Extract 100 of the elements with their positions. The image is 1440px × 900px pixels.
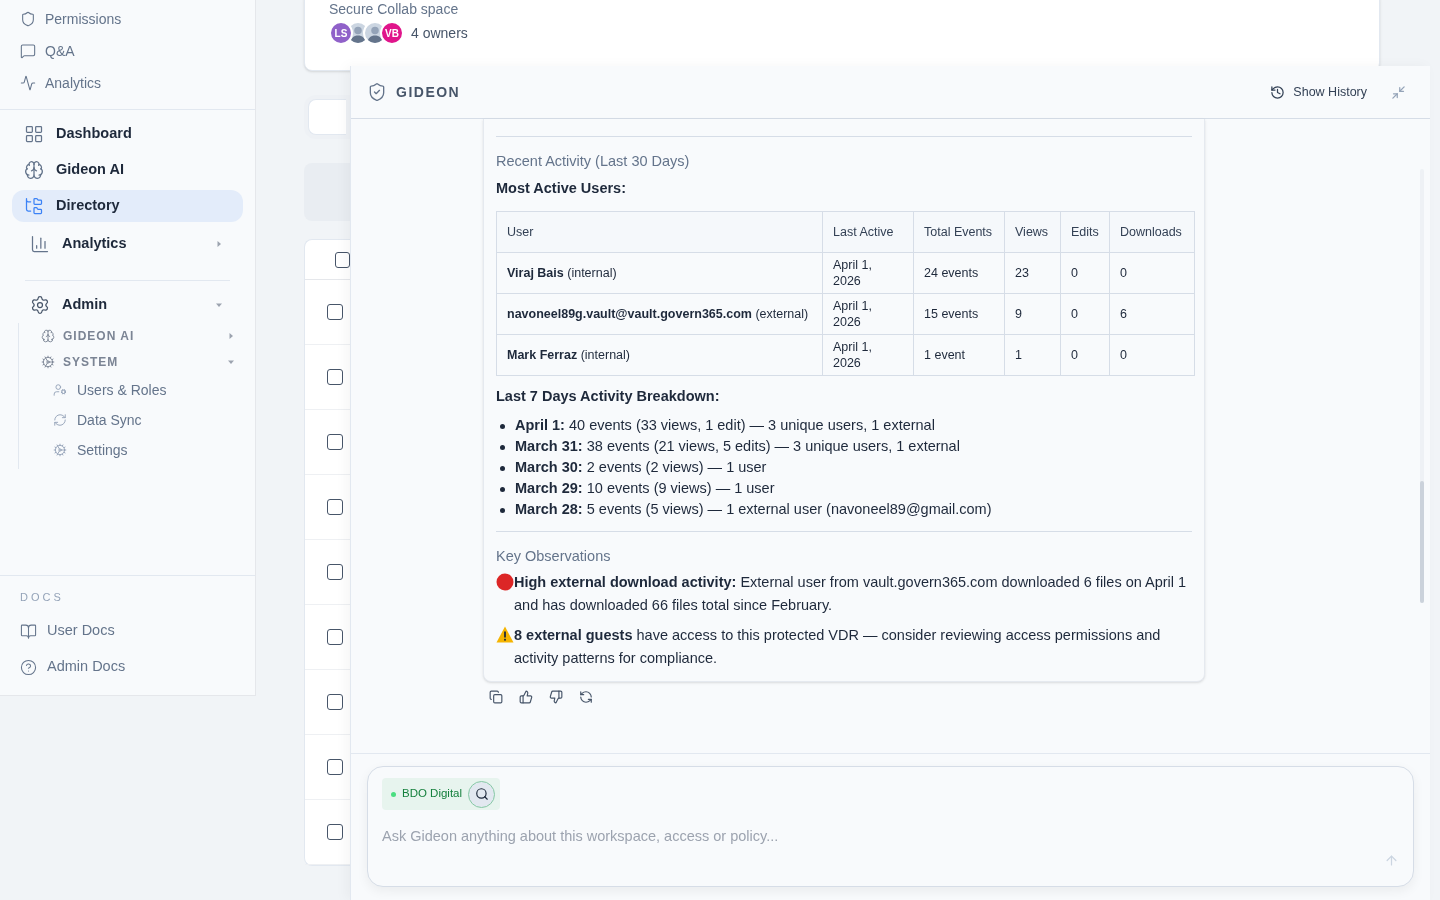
panel-title: GIDEON (396, 82, 461, 102)
brain-icon (24, 160, 44, 180)
breakdown-item: April 1: 40 events (33 views, 1 edit) — 3 unique users, 1 external (515, 416, 935, 436)
nav-item[interactable]: Dashboard (12, 118, 243, 150)
user-gear-icon (53, 383, 67, 397)
caret-right-icon (227, 332, 235, 340)
checkbox[interactable] (327, 694, 343, 710)
owners-count: 4 owners (411, 23, 468, 43)
caret-down-icon (215, 301, 223, 309)
history-button[interactable]: Show History (1268, 82, 1369, 102)
table-cell: April 1, 2026 (822, 293, 914, 334)
shield-logo-icon (367, 82, 387, 102)
sidebar-item[interactable]: Q&A (0, 35, 255, 67)
bullet-icon (500, 487, 505, 493)
docs-link[interactable]: Admin Docs (20, 649, 235, 685)
checkbox[interactable] (327, 564, 343, 580)
table-cell: 15 events (913, 293, 1005, 334)
breakdown-item: March 28: 5 events (5 views) — 1 external user (navoneel89@gmail.com) (515, 500, 992, 520)
nav-subitem[interactable]: Users & Roles (41, 375, 235, 405)
book-icon (20, 622, 37, 640)
status-dot-icon (391, 791, 396, 797)
dislike-button[interactable] (549, 690, 563, 704)
nav-subitem[interactable]: Settings (41, 435, 235, 465)
search-button[interactable] (468, 780, 496, 808)
nav-item[interactable]: Directory (12, 190, 243, 222)
column-header: Views (1004, 211, 1061, 252)
copy-button[interactable] (489, 690, 503, 704)
bullet-icon (500, 424, 505, 430)
nav-item[interactable]: Gideon AI (12, 154, 243, 186)
breakdown-item: March 29: 10 events (9 views) — 1 user (515, 479, 775, 499)
table-cell: 0 (1060, 252, 1110, 293)
regenerate-button[interactable] (579, 690, 593, 704)
avatar: LS (329, 21, 353, 45)
breakdown-title: Last 7 Days Activity Breakdown: (496, 386, 721, 406)
nav-subitem[interactable]: Data Sync (41, 405, 235, 435)
checkbox[interactable] (335, 251, 350, 268)
thumbs-up-icon (519, 690, 533, 704)
nav-group[interactable]: SYSTEM (41, 349, 235, 375)
search-icon (474, 787, 489, 801)
scrollbar-thumb[interactable] (1420, 481, 1424, 603)
cog-icon (41, 355, 55, 369)
alert-dot-icon (496, 573, 514, 591)
table-cell: Viraj Bais (internal) (496, 252, 823, 293)
checkbox[interactable] (327, 499, 343, 515)
breakdown-item: March 31: 38 events (21 views, 5 edits) — 3 unique users, 1 external (515, 437, 960, 457)
table-cell: 0 (1109, 252, 1195, 293)
folder-tree-icon (24, 196, 44, 216)
table-cell: 6 (1109, 293, 1195, 334)
bullet-icon (500, 508, 505, 514)
message-field[interactable]: Ask Gideon anything about this workspace, access or policy... (382, 826, 1384, 848)
section-heading: DOCS (20, 589, 65, 605)
sidebar-item[interactable]: Analytics (0, 67, 255, 99)
brain-icon (41, 329, 55, 343)
grid-icon (24, 124, 44, 144)
scrollbar[interactable] (1420, 169, 1424, 603)
docs-link[interactable]: User Docs (20, 613, 235, 649)
context-chip[interactable]: BDO Digital (382, 778, 501, 810)
warning-icon (496, 626, 514, 643)
like-button[interactable] (519, 690, 533, 704)
avatar: VB (380, 21, 404, 45)
checkbox[interactable] (327, 759, 343, 775)
table-cell: navoneel89g.vault@vault.govern365.com (external) (496, 293, 823, 334)
breakdown-item: March 30: 2 events (2 views) — 1 user (515, 458, 767, 478)
table-cell: 9 (1004, 293, 1061, 334)
table-cell: April 1, 2026 (822, 334, 914, 375)
checkbox[interactable] (327, 629, 343, 645)
caret-down-icon (227, 358, 235, 366)
table-cell: Mark Ferraz (internal) (496, 334, 823, 375)
table-cell: 23 (1004, 252, 1061, 293)
bullet-icon (500, 445, 505, 451)
table-cell: 1 event (913, 334, 1005, 375)
activity-icon (20, 75, 36, 91)
copy-icon (489, 690, 503, 704)
chat-bubble-icon (20, 43, 36, 59)
nav-item[interactable]: Analytics (12, 224, 243, 264)
column-header: Downloads (1109, 211, 1195, 252)
nav-item[interactable]: Admin (12, 287, 243, 323)
table-cell: 0 (1060, 334, 1110, 375)
space-subtitle: Secure Collab space (329, 1, 460, 17)
table-title: Most Active Users: (496, 178, 627, 198)
checkbox[interactable] (327, 434, 343, 450)
column-header: Total Events (913, 211, 1005, 252)
table-cell: 1 (1004, 334, 1061, 375)
bullet-icon (500, 466, 505, 472)
checkbox[interactable] (327, 304, 343, 320)
column-header: Edits (1060, 211, 1110, 252)
chat-input[interactable]: BDO Digital Ask Gideon anything about this workspace, access or policy... (367, 766, 1414, 887)
refresh-icon (579, 690, 593, 704)
minimize-icon (1391, 84, 1406, 100)
shield-icon (20, 11, 36, 27)
table-cell: 0 (1109, 334, 1195, 375)
sidebar-item[interactable]: Permissions (0, 3, 255, 35)
checkbox[interactable] (327, 824, 343, 840)
checkbox[interactable] (327, 369, 343, 385)
sync-icon (53, 413, 67, 427)
thumbs-down-icon (549, 690, 563, 704)
nav-group[interactable]: GIDEON AI (41, 323, 235, 349)
table-cell: 0 (1060, 293, 1110, 334)
cog-icon (53, 443, 67, 457)
observation-text: 8 external guests have access to this protected VDR — consider reviewing access permissions and activity patterns for compliance. (514, 626, 1162, 668)
